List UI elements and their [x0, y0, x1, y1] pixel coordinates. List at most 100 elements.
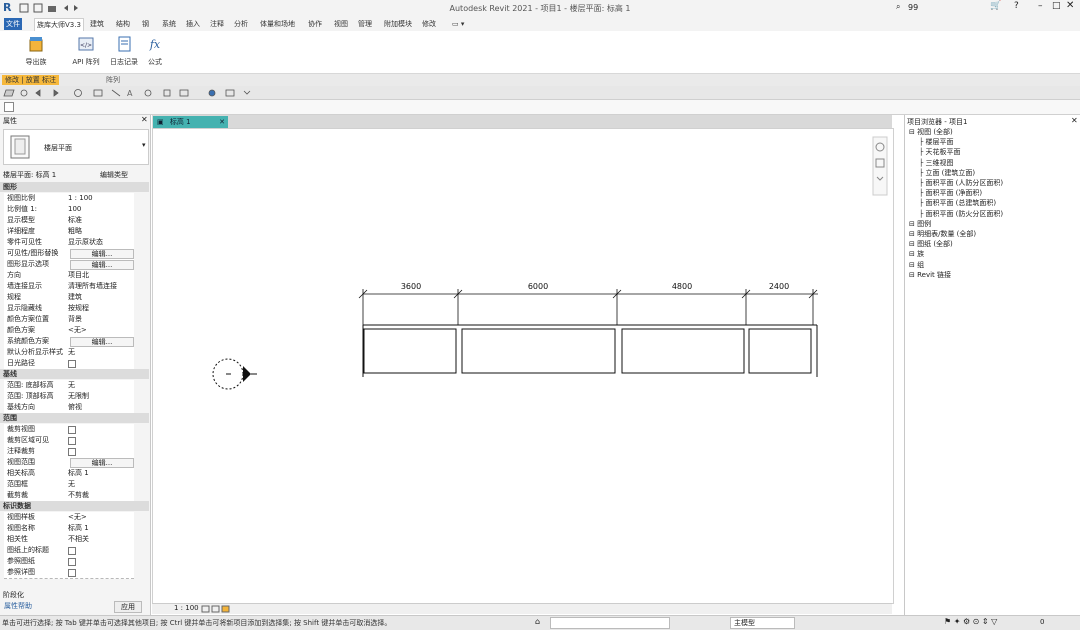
close-tab-icon[interactable]: ✕	[219, 116, 225, 128]
property-value[interactable]: 1 : 100	[68, 193, 134, 204]
property-row[interactable]: 参照详图	[4, 567, 134, 579]
tab-annotate[interactable]: 注释	[208, 18, 226, 30]
property-value[interactable]: 无限制	[68, 391, 134, 402]
formula-button[interactable]: fx 公式	[140, 35, 170, 67]
apply-button[interactable]: 应用	[114, 601, 142, 613]
property-value[interactable]: 不剪裁	[68, 490, 134, 501]
checkbox[interactable]	[68, 437, 76, 445]
property-section[interactable]: 基线	[0, 369, 149, 379]
property-value[interactable]: 无	[68, 347, 134, 358]
dimension-1[interactable]: 3600	[401, 282, 421, 291]
browser-node[interactable]: ⊟ 明细表/数量 (全部)	[909, 229, 976, 239]
browser-node[interactable]: ⊟ Revit 链接	[909, 270, 951, 280]
property-value[interactable]: 编辑...	[70, 260, 134, 270]
browser-node[interactable]: ├ 天花板平面	[919, 147, 960, 157]
checkbox[interactable]	[68, 448, 76, 456]
options-checkbox[interactable]	[4, 102, 14, 112]
worksets-icon[interactable]: ⌂	[535, 617, 540, 626]
property-value[interactable]	[68, 567, 134, 581]
browser-node[interactable]: ⊟ 图纸 (全部)	[909, 239, 953, 249]
browser-tree[interactable]: ⊟ 视图 (全部) ├ 楼层平面 ├ 天花板平面 ├ 三维视图 ├ 立面 (建筑立面) ├…	[905, 127, 1080, 327]
browser-node[interactable]: ⊟ 视图 (全部)	[909, 127, 953, 137]
drawing-canvas[interactable]: 3600 6000 4800 2400 ⌇	[152, 128, 894, 615]
property-value[interactable]: 粗略	[68, 226, 134, 237]
close-icon[interactable]: ✕	[1066, 0, 1074, 11]
browser-node[interactable]: ├ 楼层平面	[919, 137, 953, 147]
browser-node[interactable]: ⊟ 图例	[909, 219, 931, 229]
edit-type-button[interactable]: 编辑类型	[100, 170, 128, 180]
property-value[interactable]: 标高 1	[68, 523, 134, 534]
browser-node[interactable]: ├ 立面 (建筑立面)	[919, 168, 975, 178]
property-value[interactable]: 俯视	[68, 402, 134, 413]
tab-collaborate[interactable]: 协作	[306, 18, 324, 30]
scale-label[interactable]: 1 : 100	[174, 604, 199, 612]
checkbox[interactable]	[68, 558, 76, 566]
search-icon[interactable]: ⌕	[896, 2, 900, 12]
tab-modify[interactable]: 修改	[420, 18, 438, 30]
tab-insert[interactable]: 插入	[184, 18, 202, 30]
property-section[interactable]: 图形	[0, 182, 149, 192]
log-record-button[interactable]: 日志记录	[106, 35, 142, 67]
help-link[interactable]: 属性帮助	[4, 601, 32, 611]
browser-node[interactable]: ├ 面积平面 (净面积)	[919, 188, 982, 198]
property-section[interactable]: 范围	[0, 413, 149, 423]
dimension-2[interactable]: 6000	[528, 282, 548, 291]
type-selector[interactable]: 楼层平面 ▾	[3, 129, 149, 165]
browser-node[interactable]: ⊟ 组	[909, 260, 924, 270]
checkbox[interactable]	[68, 360, 76, 368]
property-value[interactable]: 建筑	[68, 292, 134, 303]
help-icon[interactable]: ?	[1014, 1, 1019, 11]
filter-icon[interactable]: ⚑ ✦ ⚙ ⊙ ⇕ ▽	[944, 617, 997, 626]
view-control-icons[interactable]	[200, 604, 240, 614]
property-value[interactable]: <无>	[68, 512, 134, 523]
tab-massing[interactable]: 体量和场地	[258, 18, 297, 30]
api-array-button[interactable]: </> API 阵列	[66, 35, 106, 67]
checkbox[interactable]	[68, 547, 76, 555]
checkbox[interactable]	[68, 426, 76, 434]
expand-icon[interactable]: ⊟	[909, 128, 917, 136]
navigation-bar[interactable]	[872, 136, 888, 196]
property-value[interactable]: 不相关	[68, 534, 134, 545]
property-value[interactable]: 标高 1	[68, 468, 134, 479]
property-value[interactable]: 100	[68, 204, 134, 215]
cart-icon[interactable]: 🛒	[990, 1, 1001, 11]
property-value[interactable]: 无	[68, 380, 134, 391]
property-section[interactable]: 标识数据	[0, 501, 149, 511]
tab-systems[interactable]: 系统	[160, 18, 178, 30]
expand-icon[interactable]: ⊟	[909, 230, 917, 238]
user-name[interactable]: 99	[908, 3, 918, 12]
tab-steel[interactable]: 钢	[140, 18, 151, 30]
close-browser-icon[interactable]: ✕	[1071, 116, 1078, 125]
maximize-icon[interactable]: □	[1052, 1, 1061, 11]
browser-node[interactable]: ⊟ 族	[909, 249, 924, 259]
expand-icon[interactable]: ⊟	[909, 271, 917, 279]
property-value[interactable]: 显示原状态	[68, 237, 134, 248]
plan-geometry[interactable]	[362, 324, 818, 377]
tab-active[interactable]: 族库大师V3.3	[34, 18, 84, 31]
ribbon-toggle-icon[interactable]: ▭ ▾	[450, 18, 466, 30]
tab-addins[interactable]: 附加模块	[382, 18, 414, 30]
property-value[interactable]: 编辑...	[70, 249, 134, 259]
expand-icon[interactable]: ⊟	[909, 240, 917, 248]
dimension-4[interactable]: 2400	[769, 282, 789, 291]
tab-analyze[interactable]: 分析	[232, 18, 250, 30]
property-value[interactable]: 标准	[68, 215, 134, 226]
model-selector[interactable]	[550, 617, 670, 629]
browser-node[interactable]: ├ 面积平面 (防火分区面积)	[919, 209, 1003, 219]
zoom-field[interactable]: 主模型	[730, 617, 795, 629]
tab-file[interactable]: 文件	[4, 18, 22, 30]
checkbox[interactable]	[68, 569, 76, 577]
dimension-chain[interactable]	[358, 289, 818, 325]
elevation-marker[interactable]	[212, 358, 257, 390]
dimension-3[interactable]: 4800	[672, 282, 692, 291]
context-tab-label[interactable]: 修改 | 放置 标注	[2, 75, 60, 85]
property-value[interactable]: <无>	[68, 325, 134, 336]
view-tab[interactable]: ▣ 标高 1 ✕	[153, 116, 228, 128]
tab-structure[interactable]: 结构	[114, 18, 132, 30]
expand-icon[interactable]: ⊟	[909, 250, 917, 258]
view-selector[interactable]: 楼层平面: 标高 1	[3, 170, 98, 180]
browser-node[interactable]: ├ 面积平面 (人防分区面积)	[919, 178, 1003, 188]
export-family-button[interactable]: 导出族	[18, 35, 54, 67]
property-value[interactable]: 背景	[68, 314, 134, 325]
property-value[interactable]: 清理所有墙连接	[68, 281, 134, 292]
